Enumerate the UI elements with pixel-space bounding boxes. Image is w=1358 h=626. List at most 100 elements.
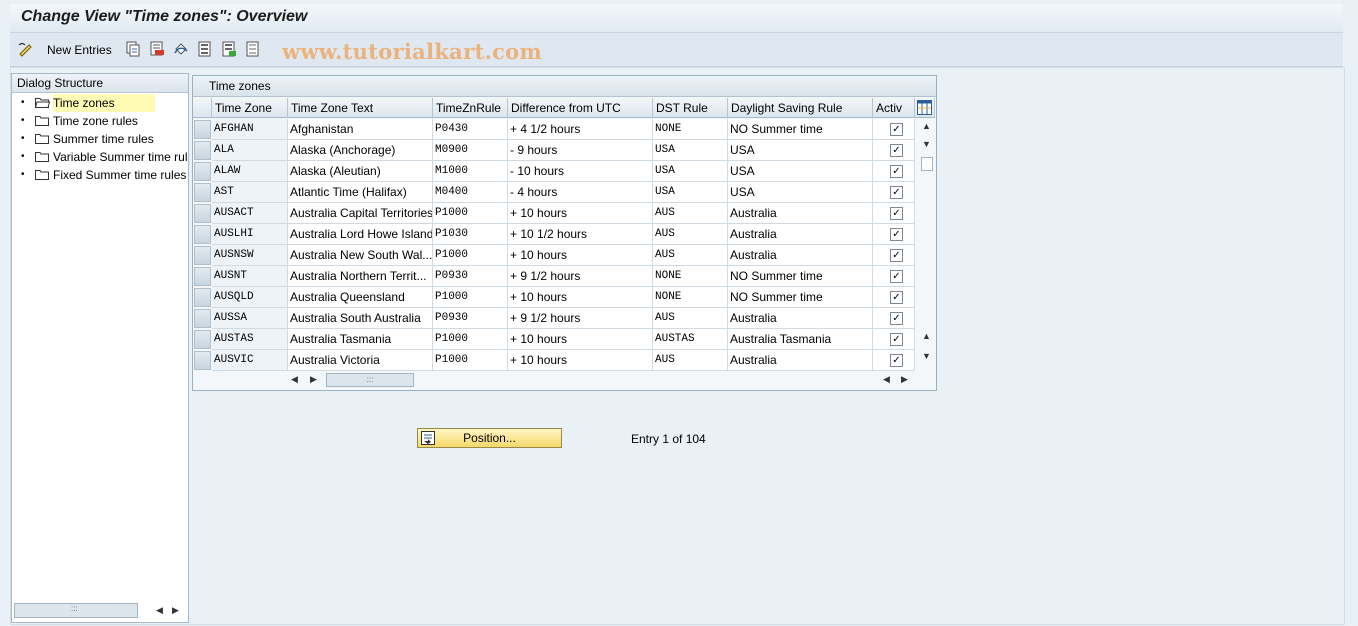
edit-glasses-icon[interactable]	[18, 41, 34, 57]
horizontal-scroll-thumb[interactable]: :::	[326, 373, 414, 387]
table-row[interactable]: ASTAtlantic Time (Halifax)M0400- 4 hours…	[193, 182, 936, 203]
table-cell[interactable]: USA	[653, 161, 728, 182]
row-selector-button[interactable]	[194, 330, 211, 349]
position-button[interactable]: Position...	[417, 428, 562, 448]
col-header-time-zone[interactable]: Time Zone	[212, 98, 288, 118]
table-cell[interactable]: USA	[728, 161, 873, 182]
scroll-right-end-icon[interactable]: ▶	[901, 374, 908, 385]
table-cell[interactable]: + 10 hours	[508, 329, 653, 350]
new-entries-button[interactable]: New Entries	[47, 43, 112, 57]
table-cell[interactable]: NONE	[653, 266, 728, 287]
table-cell[interactable]: + 10 hours	[508, 350, 653, 371]
table-cell[interactable]: USA	[653, 140, 728, 161]
table-cell[interactable]: P1030	[433, 224, 508, 245]
table-cell[interactable]: P0430	[433, 119, 508, 140]
table-settings-button[interactable]	[915, 98, 935, 118]
table-cell[interactable]: + 9 1/2 hours	[508, 266, 653, 287]
table-cell[interactable]: AUS	[653, 203, 728, 224]
table-cell[interactable]: Australia Capital Territories	[288, 203, 433, 224]
tree-item-time-zones[interactable]: • Time zones	[12, 94, 188, 112]
table-cell[interactable]: + 10 hours	[508, 245, 653, 266]
active-checkbox[interactable]: ✓	[890, 354, 903, 367]
panel-horizontal-scrollbar[interactable]: :::	[14, 603, 138, 618]
table-cell[interactable]: NO Summer time	[728, 119, 873, 140]
table-cell[interactable]: USA	[653, 182, 728, 203]
table-cell[interactable]: P1000	[433, 245, 508, 266]
table-cell[interactable]: Alaska (Aleutian)	[288, 161, 433, 182]
table-cell[interactable]: Australia	[728, 245, 873, 266]
table-cell[interactable]: Alaska (Anchorage)	[288, 140, 433, 161]
table-cell[interactable]: - 10 hours	[508, 161, 653, 182]
scroll-up-bottom-icon[interactable]: ▲	[922, 331, 931, 341]
vertical-scroll-thumb[interactable]	[921, 157, 933, 171]
table-vertical-scrollbar[interactable]: ▲ ▼ ▲ ▼	[918, 119, 935, 369]
table-row[interactable]: AUSACTAustralia Capital TerritoriesP1000…	[193, 203, 936, 224]
table-cell[interactable]: AUS	[653, 308, 728, 329]
table-row[interactable]: AUSSAAustralia South AustraliaP0930+ 9 1…	[193, 308, 936, 329]
active-checkbox[interactable]: ✓	[890, 165, 903, 178]
active-checkbox[interactable]: ✓	[890, 291, 903, 304]
table-cell[interactable]: + 10 hours	[508, 287, 653, 308]
table-cell[interactable]: Afghanistan	[288, 119, 433, 140]
undo-icon[interactable]	[173, 41, 189, 57]
table-cell[interactable]: P0930	[433, 308, 508, 329]
col-header-time-zone-text[interactable]: Time Zone Text	[288, 98, 433, 118]
table-row[interactable]: AUSNTAustralia Northern Territ...P0930+ …	[193, 266, 936, 287]
active-checkbox[interactable]: ✓	[890, 123, 903, 136]
col-header-daylight-saving-rule[interactable]: Daylight Saving Rule	[728, 98, 873, 118]
scroll-left-icon[interactable]: ◀	[291, 374, 298, 385]
table-cell[interactable]: NO Summer time	[728, 266, 873, 287]
table-row[interactable]: AUSLHIAustralia Lord Howe IslandP1030+ 1…	[193, 224, 936, 245]
table-cell[interactable]: Australia	[728, 224, 873, 245]
table-row[interactable]: AUSQLDAustralia QueenslandP1000+ 10 hour…	[193, 287, 936, 308]
panel-splitter[interactable]: ⋮	[188, 336, 191, 356]
table-cell[interactable]: Australia	[728, 203, 873, 224]
row-selector-button[interactable]	[194, 309, 211, 328]
active-checkbox[interactable]: ✓	[890, 207, 903, 220]
table-cell[interactable]: - 4 hours	[508, 182, 653, 203]
scroll-down-bottom-icon[interactable]: ▼	[922, 351, 931, 361]
table-cell[interactable]: + 9 1/2 hours	[508, 308, 653, 329]
select-block-icon[interactable]	[221, 41, 237, 57]
table-horizontal-scrollbar[interactable]: ◀ ▶ ::: ◀ ▶	[193, 370, 936, 388]
table-cell[interactable]: NONE	[653, 119, 728, 140]
table-cell[interactable]: Australia Queensland	[288, 287, 433, 308]
active-checkbox[interactable]: ✓	[890, 333, 903, 346]
table-cell[interactable]: Australia New South Wal...	[288, 245, 433, 266]
row-selector-button[interactable]	[194, 162, 211, 181]
select-all-icon[interactable]	[197, 41, 213, 57]
table-cell[interactable]: P0930	[433, 266, 508, 287]
table-row[interactable]: ALAWAlaska (Aleutian)M1000- 10 hoursUSAU…	[193, 161, 936, 182]
table-cell[interactable]: M1000	[433, 161, 508, 182]
tree-item-time-zone-rules[interactable]: • Time zone rules	[12, 112, 188, 130]
table-cell[interactable]: Australia South Australia	[288, 308, 433, 329]
table-cell[interactable]: NONE	[653, 287, 728, 308]
row-selector-button[interactable]	[194, 351, 211, 370]
table-cell[interactable]: Australia Victoria	[288, 350, 433, 371]
row-selector-button[interactable]	[194, 267, 211, 286]
scroll-down-icon[interactable]: ▼	[922, 139, 931, 149]
table-cell[interactable]: Atlantic Time (Halifax)	[288, 182, 433, 203]
col-header-timeznrule[interactable]: TimeZnRule	[433, 98, 508, 118]
table-cell[interactable]: + 10 1/2 hours	[508, 224, 653, 245]
tree-item-variable-summer-time-rules[interactable]: • Variable Summer time rules	[12, 148, 188, 166]
table-cell[interactable]: - 9 hours	[508, 140, 653, 161]
row-selector-button[interactable]	[194, 225, 211, 244]
table-cell[interactable]: Australia	[728, 350, 873, 371]
active-checkbox[interactable]: ✓	[890, 249, 903, 262]
scroll-left-end-icon[interactable]: ◀	[883, 374, 890, 385]
table-cell[interactable]: Australia Lord Howe Island	[288, 224, 433, 245]
table-cell[interactable]: Australia	[728, 308, 873, 329]
table-row[interactable]: AFGHANAfghanistanP0430+ 4 1/2 hoursNONEN…	[193, 119, 936, 140]
table-cell[interactable]: AUS	[653, 245, 728, 266]
table-cell[interactable]: Australia Tasmania	[288, 329, 433, 350]
table-row[interactable]: AUSNSWAustralia New South Wal...P1000+ 1…	[193, 245, 936, 266]
col-header-dst-rule[interactable]: DST Rule	[653, 98, 728, 118]
table-cell[interactable]: P1000	[433, 287, 508, 308]
table-cell[interactable]: M0900	[433, 140, 508, 161]
active-checkbox[interactable]: ✓	[890, 144, 903, 157]
scroll-left-icon[interactable]: ◀	[156, 605, 163, 616]
scroll-up-icon[interactable]: ▲	[922, 121, 931, 131]
row-selector-button[interactable]	[194, 288, 211, 307]
table-cell[interactable]: AUS	[653, 350, 728, 371]
